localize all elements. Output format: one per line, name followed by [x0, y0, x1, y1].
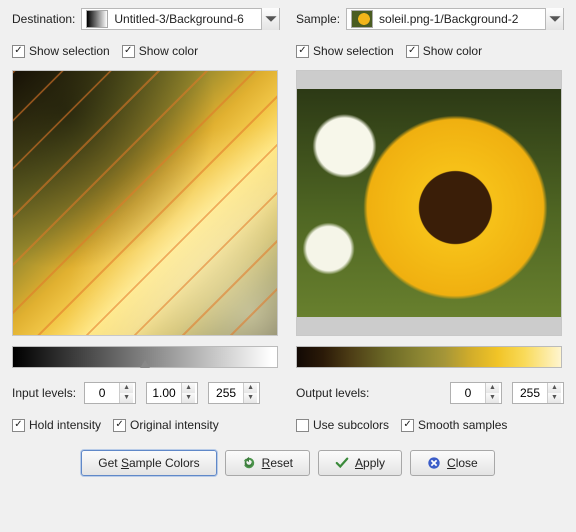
input-level-low-field[interactable] [85, 383, 119, 403]
check-icon: ✓ [406, 45, 419, 58]
stepper-up-icon[interactable]: ▲ [182, 383, 195, 393]
checkbox-empty-icon [296, 419, 309, 432]
get-sample-colors-button[interactable]: Get Sample Colors [81, 450, 216, 476]
stepper-down-icon[interactable]: ▼ [486, 393, 499, 403]
apply-icon [335, 456, 349, 470]
destination-value: Untitled-3/Background-6 [112, 12, 261, 26]
sample-show-selection-checkbox[interactable]: ✓ Show selection [296, 44, 394, 58]
input-gradient-bar[interactable] [12, 346, 278, 368]
sample-dropdown[interactable]: soleil.png-1/Background-2 [346, 8, 564, 30]
stepper-up-icon[interactable]: ▲ [244, 383, 257, 393]
close-label: Close [447, 456, 478, 470]
check-icon: ✓ [296, 45, 309, 58]
input-level-high-field[interactable] [209, 383, 243, 403]
stepper-up-icon[interactable]: ▲ [486, 383, 499, 393]
check-icon: ✓ [401, 419, 414, 432]
input-level-gamma[interactable]: ▲▼ [146, 382, 198, 404]
check-icon: ✓ [122, 45, 135, 58]
check-icon: ✓ [12, 45, 25, 58]
stepper-down-icon[interactable]: ▼ [244, 393, 257, 403]
sample-preview [296, 70, 562, 336]
sample-show-color-label: Show color [423, 44, 482, 58]
reset-label: Reset [262, 456, 293, 470]
hold-intensity-label: Hold intensity [29, 418, 101, 432]
original-intensity-label: Original intensity [130, 418, 219, 432]
apply-label: Apply [355, 456, 385, 470]
reset-icon [242, 456, 256, 470]
stepper-up-icon[interactable]: ▲ [120, 383, 133, 393]
output-level-low-field[interactable] [451, 383, 485, 403]
output-level-high[interactable]: ▲▼ [512, 382, 564, 404]
sample-preview-image [297, 89, 561, 317]
input-level-low[interactable]: ▲▼ [84, 382, 136, 404]
apply-button[interactable]: Apply [318, 450, 402, 476]
output-gradient-bar[interactable] [296, 346, 562, 368]
close-button[interactable]: Close [410, 450, 495, 476]
sample-show-selection-label: Show selection [313, 44, 394, 58]
sample-thumb [351, 10, 373, 28]
smooth-samples-checkbox[interactable]: ✓ Smooth samples [401, 418, 507, 432]
smooth-samples-label: Smooth samples [418, 418, 507, 432]
check-icon: ✓ [113, 419, 126, 432]
get-sample-colors-label: Get Sample Colors [98, 456, 199, 470]
destination-label: Destination: [12, 12, 75, 26]
stepper-down-icon[interactable]: ▼ [182, 393, 195, 403]
input-level-high[interactable]: ▲▼ [208, 382, 260, 404]
stepper-down-icon[interactable]: ▼ [120, 393, 133, 403]
output-levels-label: Output levels: [296, 386, 369, 400]
use-subcolors-checkbox[interactable]: Use subcolors [296, 418, 389, 432]
dest-show-color-label: Show color [139, 44, 198, 58]
close-icon [427, 456, 441, 470]
destination-preview [12, 70, 278, 336]
chevron-down-icon[interactable] [545, 8, 563, 30]
dest-show-selection-checkbox[interactable]: ✓ Show selection [12, 44, 110, 58]
input-level-gamma-field[interactable] [147, 383, 181, 403]
destination-dropdown[interactable]: Untitled-3/Background-6 [81, 8, 280, 30]
dest-show-selection-label: Show selection [29, 44, 110, 58]
stepper-up-icon[interactable]: ▲ [548, 383, 561, 393]
gradient-marker-icon[interactable] [140, 360, 150, 368]
use-subcolors-label: Use subcolors [313, 418, 389, 432]
sample-show-color-checkbox[interactable]: ✓ Show color [406, 44, 482, 58]
original-intensity-checkbox[interactable]: ✓ Original intensity [113, 418, 219, 432]
sample-label: Sample: [296, 12, 340, 26]
chevron-down-icon[interactable] [261, 8, 279, 30]
sample-value: soleil.png-1/Background-2 [377, 12, 545, 26]
stepper-down-icon[interactable]: ▼ [548, 393, 561, 403]
hold-intensity-checkbox[interactable]: ✓ Hold intensity [12, 418, 101, 432]
dest-show-color-checkbox[interactable]: ✓ Show color [122, 44, 198, 58]
destination-thumb [86, 10, 108, 28]
input-levels-label: Input levels: [12, 386, 76, 400]
output-level-high-field[interactable] [513, 383, 547, 403]
output-level-low[interactable]: ▲▼ [450, 382, 502, 404]
destination-preview-image [13, 71, 277, 335]
check-icon: ✓ [12, 419, 25, 432]
reset-button[interactable]: Reset [225, 450, 310, 476]
